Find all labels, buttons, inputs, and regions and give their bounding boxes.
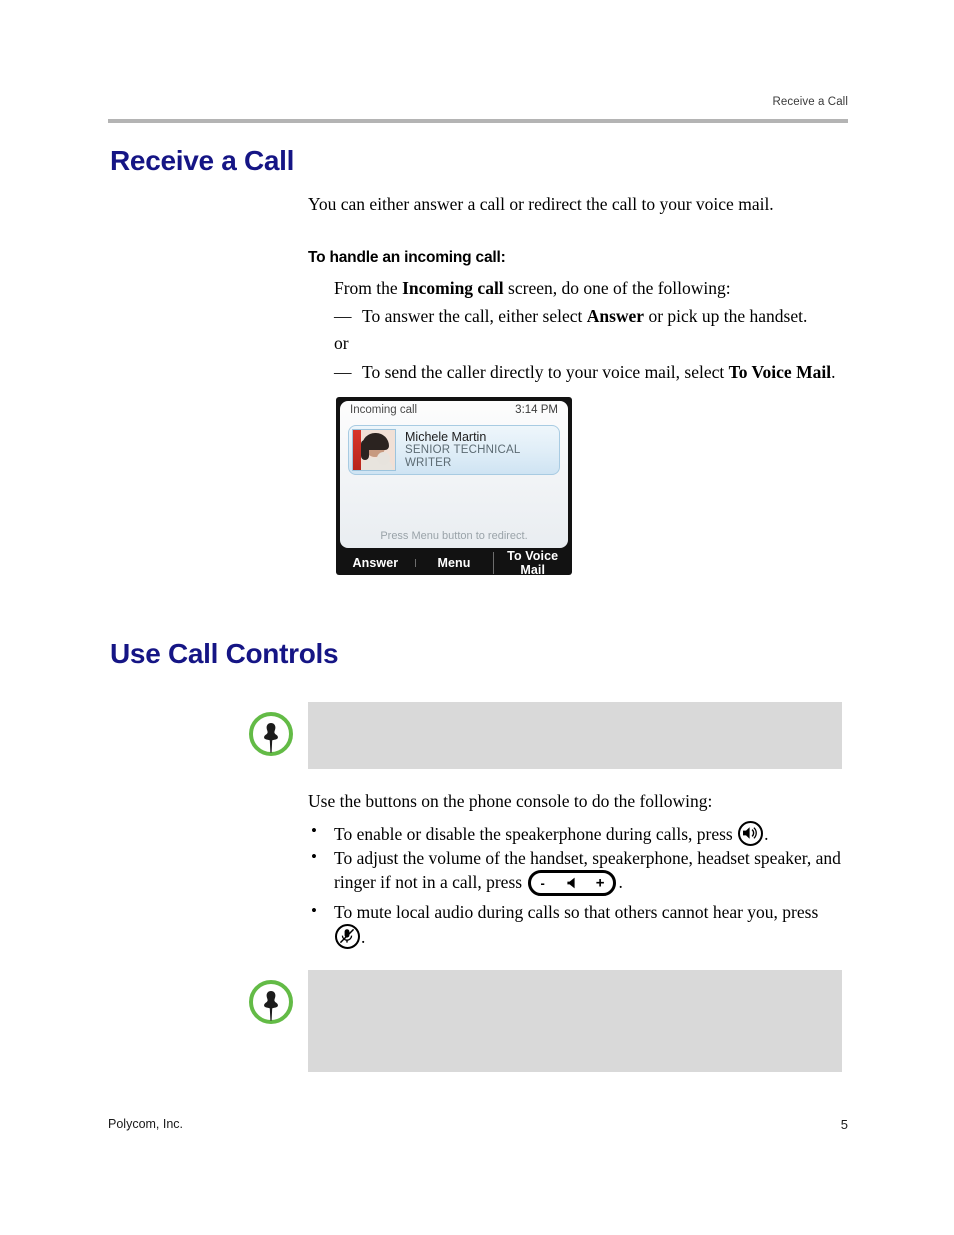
step-1-prefix: To send the caller directly to your voic… — [362, 362, 729, 382]
phone-lcd-area: Incoming call 3:14 PM Michele Martin SEN… — [340, 401, 568, 548]
lcd-status-bar: Incoming call 3:14 PM — [340, 401, 568, 423]
em-dash-marker: — — [334, 306, 352, 326]
note-pin-icon — [249, 712, 293, 756]
bullet-marker: • — [311, 847, 317, 866]
step-lead-in: From the Incoming call screen, do one of… — [334, 277, 854, 300]
softkey-to-voice-mail[interactable]: To Voice Mail — [493, 549, 572, 575]
caller-avatar — [352, 429, 396, 471]
header-divider-rule — [108, 119, 848, 123]
bullet-marker: • — [311, 821, 317, 840]
step-0-prefix: To answer the call, either select — [362, 306, 587, 326]
note-callout-box-2 — [308, 970, 842, 1072]
softkey-menu[interactable]: Menu — [414, 556, 494, 570]
lcd-status-title: Incoming call — [350, 404, 418, 416]
lcd-status-time: 3:14 PM — [515, 404, 558, 416]
mute-key-icon — [335, 924, 360, 950]
caller-name: Michele Martin — [405, 429, 487, 444]
caller-text-block: Michele Martin SENIOR TECHNICAL WRITER — [396, 430, 556, 471]
bullet-item-mute: • To mute local audio during calls so tha… — [308, 901, 848, 950]
step-0-bold: Answer — [586, 306, 645, 326]
step-1-suffix: . — [831, 362, 836, 382]
page-title-use-call-controls: Use Call Controls — [110, 638, 339, 669]
softkey-answer[interactable]: Answer — [336, 556, 415, 570]
bullet-2-text: To mute local audio during calls so that… — [334, 902, 819, 922]
avatar-red-stripe — [353, 430, 361, 470]
note-pin-icon — [249, 980, 293, 1024]
step-item-to-voice-mail: — To send the caller directly to your voi… — [334, 361, 854, 384]
bullet-0-suffix: . — [764, 824, 769, 844]
step-lead-in-suffix: screen, do one of the following: — [503, 278, 731, 298]
phone-softkey-bar: Answer Menu To Voice Mail — [336, 549, 572, 576]
speaker-glyph — [743, 827, 757, 839]
note-callout-box-1 — [308, 702, 842, 769]
bullet-0-text: To enable or disable the speakerphone du… — [334, 824, 738, 844]
step-0-suffix: or pick up the handset. — [644, 306, 808, 326]
volume-plus-label: + — [595, 874, 605, 892]
bullet-item-volume: • To adjust the volume of the handset, sp… — [308, 847, 848, 897]
lcd-hint-text: Press Menu button to redirect. — [380, 530, 528, 542]
footer-page-number: 5 — [840, 1117, 848, 1132]
running-header: Receive a Call — [772, 96, 848, 108]
bullet-marker: • — [311, 901, 317, 920]
caller-job-title: SENIOR TECHNICAL WRITER — [405, 443, 521, 470]
subheading-handle-incoming-call: To handle an incoming call: — [308, 249, 506, 266]
microphone-muted-glyph — [339, 929, 355, 944]
call-controls-lead-in: Use the buttons on the phone console to … — [308, 791, 713, 811]
document-page: Receive a Call Receive a Call You can ei… — [0, 0, 954, 1235]
step-lead-in-prefix: From the — [334, 278, 403, 298]
step-1-bold: To Voice Mail — [728, 362, 832, 382]
page-title-receive-a-call: Receive a Call — [110, 145, 295, 176]
step-lead-in-bold: Incoming call — [402, 278, 504, 298]
volume-key-icon: - + — [528, 870, 617, 897]
pushpin-glyph — [264, 991, 278, 1021]
em-dash-marker: — — [334, 362, 352, 382]
avatar-hair-side-shape — [361, 440, 369, 460]
bullet-item-speakerphone: • To enable or disable the speakerphone d… — [308, 821, 848, 846]
intro-paragraph: You can either answer a call or redirect… — [308, 194, 774, 214]
pushpin-glyph — [264, 723, 278, 753]
volume-speaker-glyph — [567, 877, 576, 889]
step-or-label: or — [334, 333, 349, 353]
avatar-hand-shape — [377, 452, 390, 465]
volume-minus-label: - — [540, 875, 545, 891]
speakerphone-key-icon — [738, 821, 764, 846]
step-item-answer: — To answer the call, either select Answe… — [334, 305, 854, 328]
figure-incoming-call-screen: Incoming call 3:14 PM Michele Martin SEN… — [336, 397, 572, 575]
incoming-caller-card: Michele Martin SENIOR TECHNICAL WRITER — [348, 425, 560, 475]
bullet-2-suffix: . — [361, 927, 366, 948]
bullet-1-suffix: . — [618, 872, 623, 893]
